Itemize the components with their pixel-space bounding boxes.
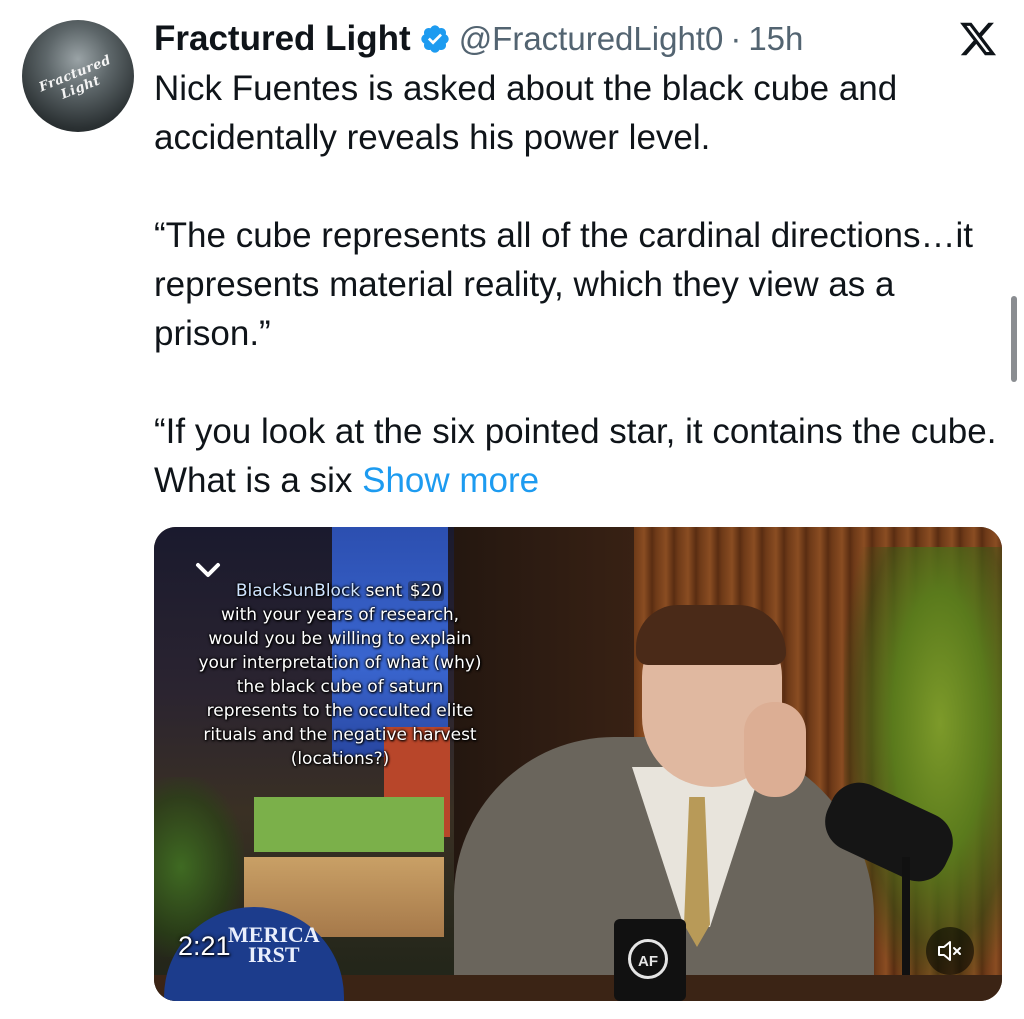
video-person-hand — [744, 702, 806, 797]
avatar[interactable]: Fractured Light — [22, 20, 134, 132]
superchat-line: represents to the occulted elite — [206, 701, 474, 721]
show-more-link[interactable]: Show more — [362, 461, 539, 500]
speaker-muted-icon — [938, 941, 961, 961]
tweet-paragraph-1: Nick Fuentes is asked about the black cu… — [154, 69, 898, 157]
handle[interactable]: @FracturedLight0 — [459, 20, 724, 58]
display-name[interactable]: Fractured Light — [154, 19, 411, 59]
superchat-line: rituals and the negative harvest — [203, 725, 477, 745]
video-hat-text: MERICA IRST — [228, 924, 320, 967]
superchat-line: (locations?) — [290, 749, 390, 769]
superchat-line: would you be willing to explain — [208, 629, 472, 649]
superchat-header: BlackSunBlock sent $20 — [154, 579, 526, 603]
video-duration: 2:21 — [178, 931, 231, 961]
mute-button[interactable] — [926, 927, 974, 975]
video-player[interactable]: AF MERICA IRST BlackSunBlock sent $20 wi… — [154, 527, 1002, 1001]
avatar-logo-text: Fractured Light — [36, 52, 114, 103]
x-logo-icon — [960, 22, 997, 56]
tweet-text: Nick Fuentes is asked about the black cu… — [154, 64, 1004, 505]
video-hat-text-line2: IRST — [248, 942, 300, 967]
video-microphone-stand — [902, 857, 910, 987]
scrollbar[interactable] — [1011, 296, 1017, 382]
chevron-down-icon[interactable] — [195, 561, 221, 581]
verified-badge-icon[interactable] — [419, 23, 451, 55]
video-background-green — [254, 797, 444, 852]
superchat-line: the black cube of saturn — [236, 677, 444, 697]
video-person-hair — [636, 605, 786, 665]
tweet-paragraph-3-text: “If you look at the six pointed star, it… — [154, 412, 997, 500]
superchat-sender: BlackSunBlock — [235, 581, 361, 601]
superchat-sent-text: sent — [365, 581, 403, 601]
video-mug-logo: AF — [628, 939, 668, 979]
tweet-paragraph-2: “The cube represents all of the cardinal… — [154, 216, 974, 353]
timestamp[interactable]: 15h — [748, 20, 803, 58]
superchat-overlay: BlackSunBlock sent $20 with your years o… — [154, 579, 526, 771]
tweet-header: Fractured Light @FracturedLight0 · 15h — [154, 14, 803, 64]
separator-dot: · — [730, 20, 742, 57]
superchat-line: with your years of research, — [220, 605, 460, 625]
superchat-amount: $20 — [407, 581, 445, 601]
superchat-line: your interpretation of what (why) — [198, 653, 482, 673]
tweet-paragraph-3: “If you look at the six pointed star, it… — [154, 407, 1004, 505]
